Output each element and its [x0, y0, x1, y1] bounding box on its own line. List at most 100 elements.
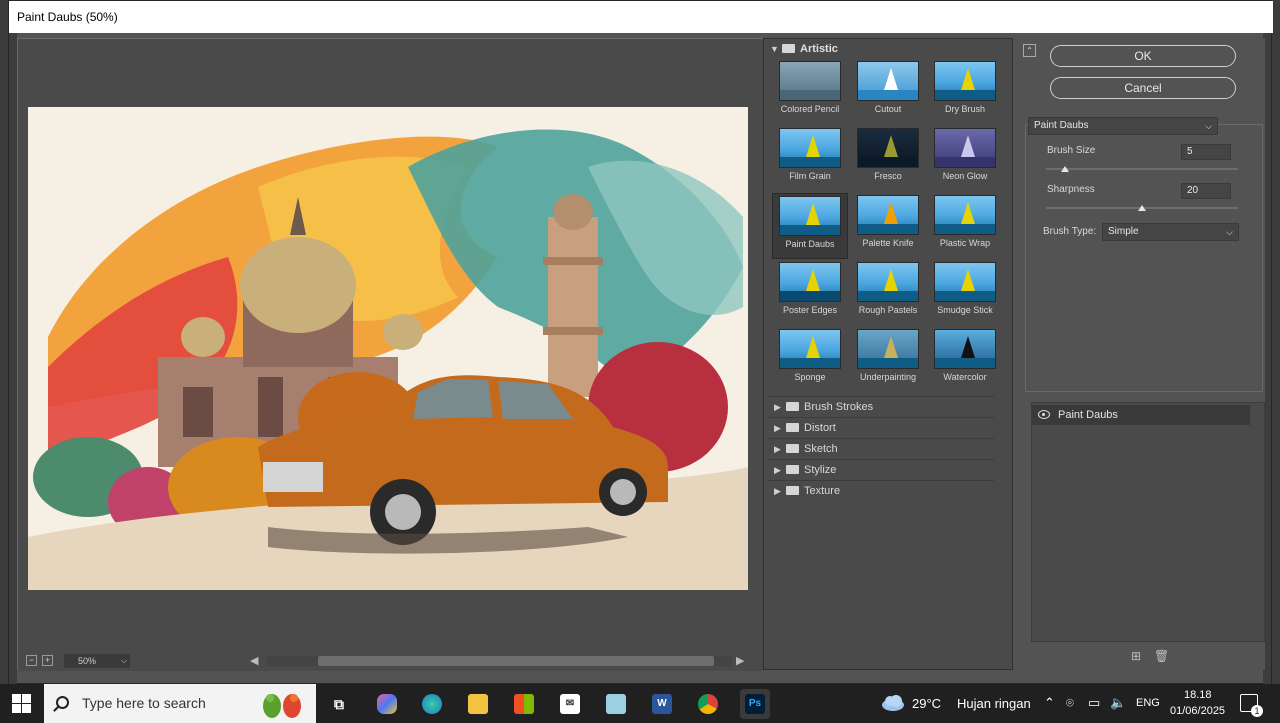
mail-app-icon[interactable]: ✉ — [555, 689, 585, 719]
caret-right-icon: ▶ — [774, 423, 781, 433]
brush-size-input[interactable]: 5 — [1181, 144, 1231, 160]
network-icon[interactable]: ▭ — [1088, 695, 1100, 711]
mail-glyph: ✉ — [560, 694, 580, 714]
category-brush-strokes[interactable]: ▶ Brush Strokes — [768, 396, 994, 416]
category-artistic[interactable]: ▼ Artistic — [770, 43, 838, 55]
filter-thumb-plastic-wrap[interactable]: Plastic Wrap — [927, 193, 1003, 259]
sharpness-label: Sharpness — [1047, 184, 1095, 195]
edge-glyph — [422, 694, 442, 714]
brush-size-slider[interactable] — [1046, 166, 1238, 172]
notes-app-icon[interactable] — [601, 689, 631, 719]
new-effect-layer-icon[interactable]: ⊞ — [1130, 650, 1142, 662]
filter-label: Rough Pastels — [858, 305, 918, 315]
zoom-out-button[interactable]: − — [26, 655, 37, 666]
preview-pane[interactable]: − + 50% ⌵ ◀ ▶ — [17, 38, 765, 671]
caret-down-icon: ▼ — [770, 44, 779, 54]
filter-preview-image — [934, 61, 996, 101]
filter-thumb-cutout[interactable]: Cutout — [850, 59, 926, 125]
filter-gallery-dialog: Paint Daubs (50%) − + 50% ⌵ ◀ ▶ ▼ Artist… — [8, 0, 1273, 685]
brush-type-select[interactable]: Simple ⌵ — [1102, 223, 1239, 241]
brush-size-label: Brush Size — [1047, 145, 1096, 156]
cancel-button[interactable]: Cancel — [1050, 77, 1236, 99]
volume-icon[interactable]: 🔈 — [1110, 695, 1126, 711]
filter-preview-image — [779, 196, 841, 236]
category-label: Sketch — [804, 443, 838, 455]
sharpness-slider[interactable] — [1046, 205, 1238, 211]
filter-thumb-dry-brush[interactable]: Dry Brush — [927, 59, 1003, 125]
weather-cloud-icon[interactable] — [880, 694, 906, 712]
category-sketch[interactable]: ▶ Sketch — [768, 438, 994, 458]
category-distort[interactable]: ▶ Distort — [768, 417, 994, 437]
preview-horizontal-scrollbar[interactable]: ◀ ▶ — [248, 654, 748, 668]
filter-preview-image — [857, 61, 919, 101]
zoom-select[interactable]: 50% ⌵ — [64, 654, 130, 668]
eye-icon[interactable] — [1038, 410, 1050, 419]
filter-thumb-fresco[interactable]: Fresco — [850, 126, 926, 192]
filter-label: Smudge Stick — [937, 305, 993, 315]
store-glyph — [514, 694, 534, 714]
filter-preview-image — [934, 195, 996, 235]
filter-thumb-paint-daubs[interactable]: Paint Daubs — [772, 193, 848, 259]
slider-knob[interactable] — [1138, 205, 1146, 211]
clock-date[interactable]: 01/06/2025 — [1170, 705, 1225, 717]
folder-icon — [786, 444, 799, 453]
filter-thumb-sponge[interactable]: Sponge — [772, 327, 848, 393]
delete-effect-layer-icon[interactable]: 🗑 — [1154, 650, 1169, 662]
brush-type-label: Brush Type: — [1043, 226, 1097, 237]
weather-description[interactable]: Hujan ringan — [957, 696, 1031, 711]
show-hidden-icons-icon[interactable]: ⌃ — [1044, 695, 1055, 711]
clock-time[interactable]: 18.18 — [1184, 689, 1212, 701]
filter-thumb-neon-glow[interactable]: Neon Glow — [927, 126, 1003, 192]
filter-preview-image — [779, 128, 841, 168]
filter-thumb-smudge-stick[interactable]: Smudge Stick — [927, 260, 1003, 326]
notification-center-icon[interactable]: 1 — [1240, 694, 1263, 717]
zoom-in-button[interactable]: + — [42, 655, 53, 666]
filter-label: Neon Glow — [942, 171, 988, 181]
store-app-icon[interactable] — [509, 689, 539, 719]
category-texture[interactable]: ▶ Texture — [768, 480, 994, 500]
filter-select[interactable]: Paint Daubs ⌵ — [1028, 117, 1218, 135]
copilot-app-icon[interactable] — [372, 689, 402, 719]
photoshop-app-icon[interactable]: Ps — [740, 689, 770, 719]
filter-thumb-palette-knife[interactable]: Palette Knife — [850, 193, 926, 259]
edge-app-icon[interactable] — [417, 689, 447, 719]
filter-preview-image — [934, 128, 996, 168]
folder-icon — [786, 465, 799, 474]
filter-thumb-film-grain[interactable]: Film Grain — [772, 126, 848, 192]
scrollbar-thumb[interactable] — [318, 656, 714, 666]
collapse-gallery-icon[interactable]: ⌃ — [1023, 44, 1036, 57]
filter-thumb-underpainting[interactable]: Underpainting — [850, 327, 926, 393]
ok-button[interactable]: OK — [1050, 45, 1236, 67]
windows-start-icon[interactable] — [12, 694, 32, 714]
sail-shape — [806, 269, 820, 291]
task-view-icon[interactable]: ⧉ — [324, 689, 354, 719]
sail-shape — [806, 336, 820, 358]
dialog-left-border — [9, 33, 17, 685]
chrome-app-icon[interactable] — [693, 689, 723, 719]
weather-temperature[interactable]: 29°C — [912, 696, 941, 711]
file-explorer-icon[interactable] — [463, 689, 493, 719]
scroll-right-icon[interactable]: ▶ — [736, 654, 744, 667]
filter-thumb-watercolor[interactable]: Watercolor — [927, 327, 1003, 393]
effect-layer-row[interactable]: Paint Daubs — [1032, 405, 1250, 425]
filter-preview-image — [857, 195, 919, 235]
slider-knob[interactable] — [1061, 166, 1070, 172]
task-view-glyph: ⧉ — [334, 696, 344, 712]
taskbar-search-box[interactable]: Type here to search — [44, 684, 316, 723]
filter-thumb-rough-pastels[interactable]: Rough Pastels — [850, 260, 926, 326]
sea-shape — [780, 90, 840, 100]
word-app-icon[interactable]: W — [647, 689, 677, 719]
sail-shape — [806, 135, 820, 157]
chevron-down-icon: ⌵ — [120, 656, 127, 665]
meet-now-icon[interactable]: ⌾ — [1066, 695, 1074, 711]
category-stylize[interactable]: ▶ Stylize — [768, 459, 994, 479]
scroll-left-icon[interactable]: ◀ — [250, 654, 258, 667]
language-indicator[interactable]: ENG — [1136, 697, 1160, 709]
sharpness-input[interactable]: 20 — [1181, 183, 1231, 199]
filter-label: Sponge — [794, 372, 826, 382]
sail-shape — [961, 269, 975, 291]
filter-label: Poster Edges — [782, 305, 838, 315]
filter-thumb-colored-pencil[interactable]: Colored Pencil — [772, 59, 848, 125]
filter-thumb-poster-edges[interactable]: Poster Edges — [772, 260, 848, 326]
caret-right-icon: ▶ — [774, 444, 781, 454]
